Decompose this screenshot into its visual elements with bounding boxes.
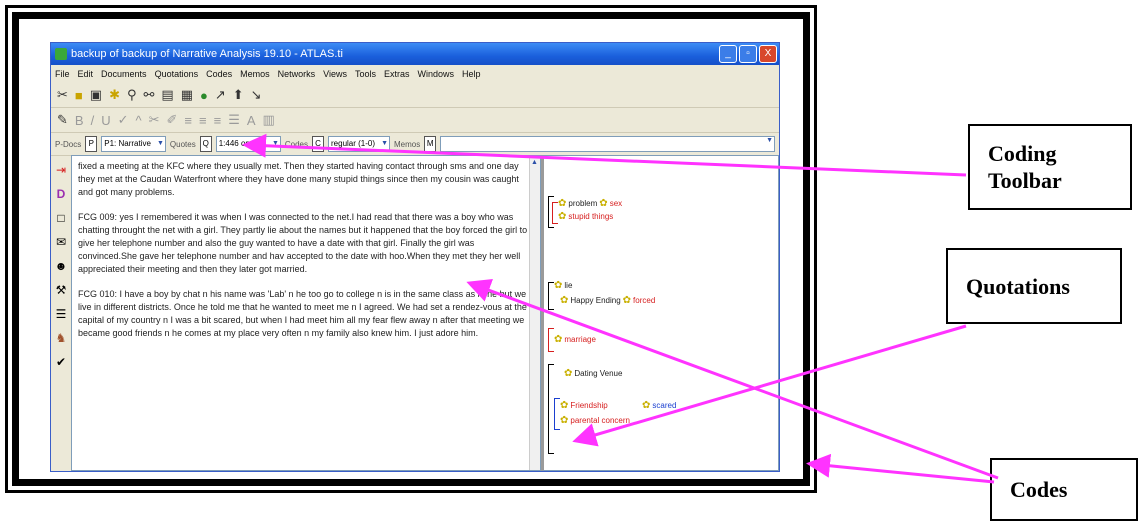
annotation-arrows — [242, 133, 999, 484]
arrow-to-coding-toolbar — [242, 133, 967, 177]
arrow-to-codes-text — [466, 278, 999, 480]
